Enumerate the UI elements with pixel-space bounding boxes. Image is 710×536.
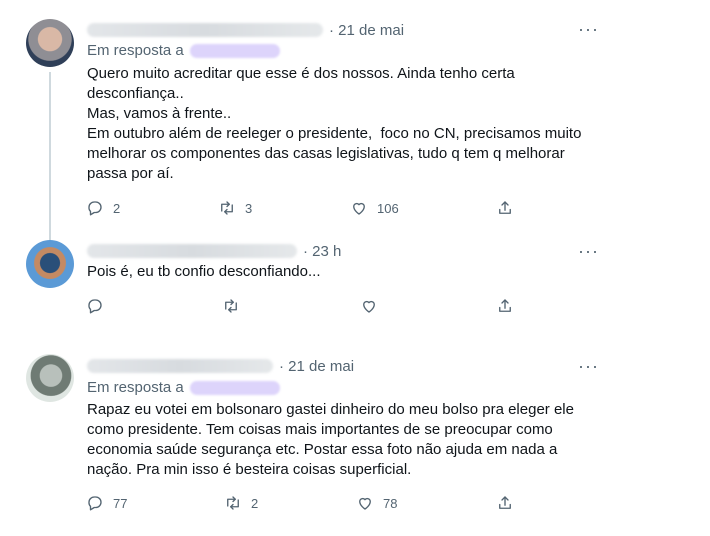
share-button[interactable] [496,296,514,316]
reply-icon [88,496,102,511]
thread-line [49,72,51,242]
tweet-text-content: Quero muito acreditar que esse é dos nos… [87,65,582,182]
retweet-button[interactable] [222,296,249,316]
retweet-button[interactable]: 3 [218,198,252,218]
retweet-button[interactable]: 2 [224,493,258,513]
tweet-actions: 77 2 78 [86,493,526,513]
tweet-2[interactable]: · 23 h ··· Pois é, eu tb confio desconfi… [0,232,612,332]
tweet-text-content: Rapaz eu votei em bolsonaro gastei dinhe… [87,401,574,478]
replied-handle-blurred[interactable] [189,43,280,58]
retweet-icon [221,201,233,215]
tweet-header: · 21 de mai [87,20,404,40]
like-icon [353,202,365,215]
retweet-count: 3 [245,200,253,216]
reply-button[interactable]: 2 [86,198,120,218]
timestamp[interactable]: · 21 de mai [279,358,354,375]
tweet-text: Quero muito acreditar que esse é dos nos… [87,64,587,184]
share-icon [499,299,511,312]
tweet-3[interactable]: · 21 de mai ··· Em resposta a Rapaz eu v… [0,340,612,536]
reply-count: 2 [113,200,121,216]
reply-count: 77 [113,495,128,511]
avatar[interactable] [26,19,74,67]
timestamp[interactable]: · 21 de mai [329,22,404,39]
author-name-blurred[interactable] [87,244,297,258]
reply-button[interactable] [86,296,113,316]
tweet-text: Rapaz eu votei em bolsonaro gastei dinhe… [87,400,587,480]
share-icon [499,496,511,509]
like-button[interactable]: 78 [356,493,397,513]
retweet-icon [227,496,239,510]
tweet-text: Pois é, eu tb confio desconfiando... [87,262,587,282]
retweet-icon [225,299,237,313]
like-button[interactable]: 106 [350,198,399,218]
reply-prefix: Em resposta a [87,379,184,396]
like-button[interactable] [360,296,387,316]
more-icon[interactable]: ··· [578,242,599,260]
tweet-actions [86,296,526,316]
like-icon [359,497,371,510]
more-icon[interactable]: ··· [578,20,599,38]
reply-icon [88,201,102,216]
reply-prefix: Em resposta a [87,42,184,59]
like-icon [363,300,375,313]
reply-icon [88,299,102,314]
reply-context: Em resposta a [87,42,280,59]
tweet-header: · 21 de mai [87,356,354,376]
author-name-blurred[interactable] [87,23,323,37]
more-icon[interactable]: ··· [578,357,599,375]
share-button[interactable] [496,198,514,218]
share-icon [499,201,511,214]
reply-context: Em resposta a [87,379,280,396]
timestamp[interactable]: · 23 h [303,243,341,260]
reply-button[interactable]: 77 [86,493,127,513]
tweet-header: · 23 h [87,241,341,261]
share-button[interactable] [496,493,514,513]
tweet-actions: 2 3 106 [86,198,526,218]
avatar[interactable] [26,354,74,402]
tweet-text-content: Pois é, eu tb confio desconfiando... [87,263,321,280]
retweet-count: 2 [251,495,259,511]
tweet-1[interactable]: · 21 de mai ··· Em resposta a Quero muit… [0,0,612,242]
author-name-blurred[interactable] [87,359,273,373]
replied-handle-blurred[interactable] [189,380,280,395]
avatar[interactable] [26,240,74,288]
like-count: 106 [377,200,399,216]
like-count: 78 [383,495,398,511]
